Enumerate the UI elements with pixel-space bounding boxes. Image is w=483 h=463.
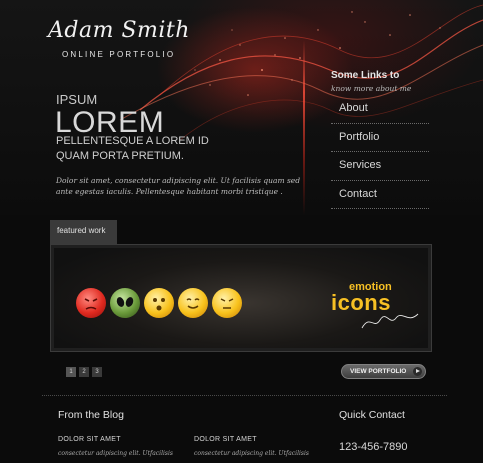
view-portfolio-button[interactable]: VIEW PORTFOLIO (341, 364, 426, 379)
section-divider (42, 395, 447, 396)
sidebar-item-services[interactable]: Services (331, 152, 429, 181)
hero-body-text: Dolor sit amet, consectetur adipiscing e… (56, 176, 301, 196)
slide-signature-graphic (361, 313, 419, 329)
red-light-beam (303, 40, 305, 215)
blog-post-excerpt: consectetur adipiscing elit. Utfacilisis (58, 450, 173, 457)
hero-kicker: IPSUM (56, 92, 98, 107)
quick-contact-title: Quick Contact (339, 409, 405, 421)
view-portfolio-label: VIEW PORTFOLIO (350, 368, 407, 375)
featured-work-tab[interactable]: featured work (50, 220, 117, 245)
logo-signature[interactable]: Adam Smith (48, 18, 190, 43)
blog-post-title[interactable]: DOLOR SIT AMET (194, 436, 257, 443)
pager-button-2[interactable]: 2 (79, 367, 89, 377)
hero-subline-2: QUAM PORTA PRETIUM. (56, 150, 184, 162)
blog-section-title: From the Blog (58, 409, 124, 421)
alien-green-face-icon (110, 288, 140, 318)
sidebar-nav: About Portfolio Services Contact (331, 95, 429, 209)
sidebar-title: Some Links to (331, 70, 400, 81)
smiling-face-icon (178, 288, 208, 318)
blog-post-excerpt: consectetur adipiscing elit. Utfacilisis (194, 450, 309, 457)
logo-subtitle: ONLINE PORTFOLIO (62, 50, 176, 59)
slider-pager: 1 2 3 (66, 367, 102, 377)
sidebar-item-about[interactable]: About (331, 95, 429, 124)
sidebar-subtitle: know more about me (331, 84, 412, 93)
featured-work-slider[interactable]: emotion icons (50, 244, 432, 352)
sidebar-item-contact[interactable]: Contact (331, 181, 429, 209)
annoyed-face-icon (212, 288, 242, 318)
pager-button-1[interactable]: 1 (66, 367, 76, 377)
arrow-right-icon (413, 367, 422, 376)
featured-slide[interactable]: emotion icons (54, 248, 428, 348)
surprised-face-icon (144, 288, 174, 318)
blog-post-title[interactable]: DOLOR SIT AMET (58, 436, 121, 443)
hero-banner: Adam Smith ONLINE PORTFOLIO IPSUM LOREM … (0, 0, 483, 215)
pager-button-3[interactable]: 3 (92, 367, 102, 377)
hero-subline-1: PELLENTESQUE A LOREM ID (56, 135, 209, 147)
contact-phone: 123-456-7890 (339, 441, 408, 453)
sidebar-item-portfolio[interactable]: Portfolio (331, 124, 429, 152)
angry-red-face-icon (76, 288, 106, 318)
